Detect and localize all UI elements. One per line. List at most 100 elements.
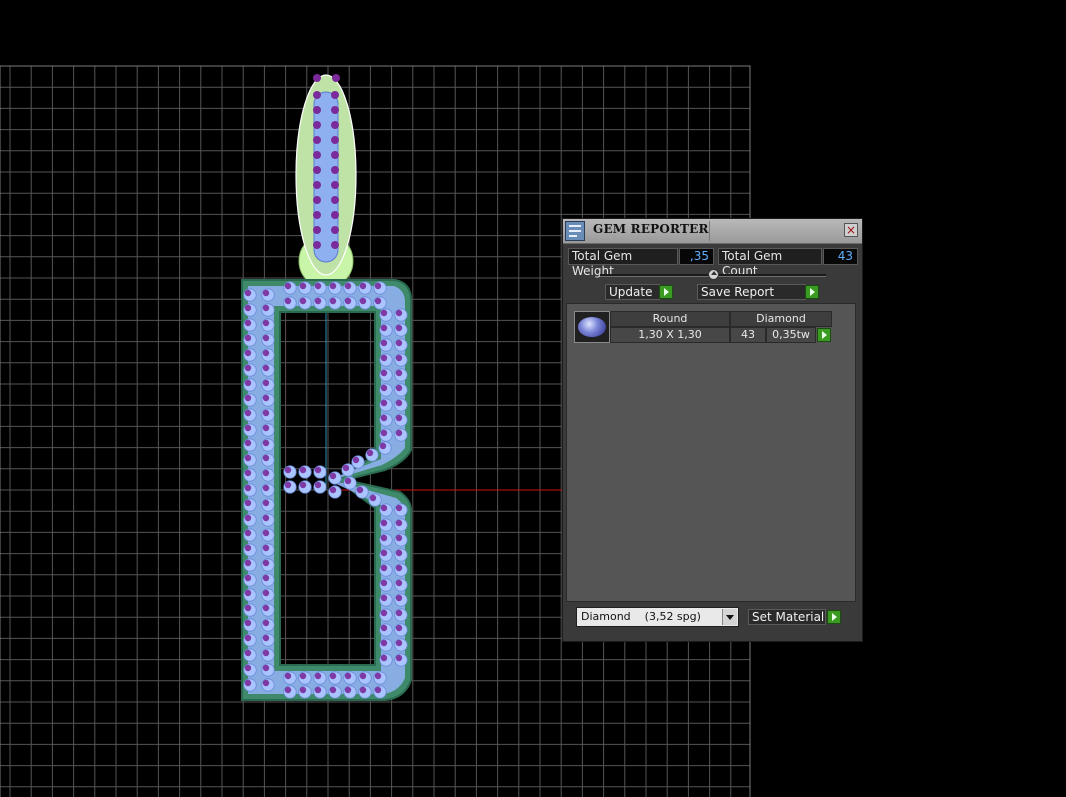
prong [314, 297, 322, 305]
gem-reporter-titlebar[interactable]: GEM REPORTER × [563, 219, 862, 244]
prong [262, 514, 270, 522]
prong [380, 399, 388, 407]
prong [244, 409, 252, 417]
prong [313, 211, 321, 219]
prong [262, 664, 270, 672]
prong [244, 394, 252, 402]
prong [369, 494, 377, 502]
prong [380, 654, 388, 662]
prong [314, 466, 322, 474]
prong [380, 564, 388, 572]
prong [244, 364, 252, 372]
gem-row-arrow-icon[interactable] [817, 328, 831, 342]
titlebar-divider [709, 221, 710, 241]
prong [380, 369, 388, 377]
prong [244, 304, 252, 312]
prong [314, 672, 322, 680]
prong [244, 604, 252, 612]
collapse-toggle-icon[interactable] [708, 269, 719, 280]
update-arrow-icon[interactable] [659, 285, 673, 299]
prong [329, 486, 337, 494]
prong [244, 679, 252, 687]
prong [262, 394, 270, 402]
chevron-down-icon[interactable] [722, 609, 737, 625]
prong [244, 529, 252, 537]
gem-reporter-panel: GEM REPORTER × Total Gem Weight ,35 Tota… [562, 218, 863, 642]
letter-b-pendant-model [241, 74, 562, 701]
prong [374, 297, 382, 305]
prong [299, 297, 307, 305]
prong [262, 409, 270, 417]
prong [380, 519, 388, 527]
prong [262, 379, 270, 387]
prong [244, 424, 252, 432]
prong [299, 672, 307, 680]
prong [380, 549, 388, 557]
prong [380, 309, 388, 317]
prong [299, 466, 307, 474]
prong [244, 589, 252, 597]
prong [299, 282, 307, 290]
prong [380, 579, 388, 587]
prong [395, 624, 403, 632]
prong [359, 297, 367, 305]
prong [329, 686, 337, 694]
prong [313, 121, 321, 129]
prong [244, 514, 252, 522]
prong [262, 529, 270, 537]
prong [244, 484, 252, 492]
save-report-button[interactable]: Save Report [697, 284, 806, 300]
prong [244, 559, 252, 567]
prong [395, 534, 403, 542]
prong [395, 414, 403, 422]
gem-list[interactable]: Round Diamond 1,30 X 1,30 43 0,35tw [566, 303, 856, 602]
prong [344, 297, 352, 305]
round-diamond-icon [574, 311, 610, 343]
prong [262, 454, 270, 462]
prong [380, 609, 388, 617]
prong [374, 686, 382, 694]
set-material-button[interactable]: Set Material [748, 609, 826, 625]
prong [313, 181, 321, 189]
prong [262, 439, 270, 447]
prong [331, 241, 339, 249]
prong [344, 282, 352, 290]
gem-size-cell: 1,30 X 1,30 [610, 327, 730, 343]
prong [284, 297, 292, 305]
prong [395, 654, 403, 662]
material-select[interactable]: Diamond (3,52 spg) [576, 607, 739, 627]
gem-material-header: Diamond [730, 311, 832, 327]
prong [380, 384, 388, 392]
prong [331, 181, 339, 189]
close-button[interactable]: × [844, 223, 858, 237]
3d-viewport[interactable] [0, 0, 1066, 797]
total-gem-count-label: Total Gem Count [718, 248, 822, 278]
save-report-arrow-icon[interactable] [805, 285, 819, 299]
prong [344, 477, 352, 485]
prong [299, 481, 307, 489]
gem-shape-header: Round [610, 311, 730, 327]
prong [331, 211, 339, 219]
prong [331, 166, 339, 174]
prong [262, 559, 270, 567]
prong [244, 379, 252, 387]
prong [313, 91, 321, 99]
prong [262, 649, 270, 657]
prong [331, 196, 339, 204]
update-button[interactable]: Update [605, 284, 660, 300]
prong [380, 594, 388, 602]
prong [332, 74, 340, 82]
prong [313, 241, 321, 249]
prong [262, 319, 270, 327]
prong [395, 369, 403, 377]
prong [331, 151, 339, 159]
prong [395, 504, 403, 512]
prong [380, 354, 388, 362]
prong [380, 429, 388, 437]
set-material-arrow-icon[interactable] [827, 610, 841, 624]
prong [395, 549, 403, 557]
prong [331, 121, 339, 129]
prong [395, 579, 403, 587]
prong [380, 414, 388, 422]
prong [244, 319, 252, 327]
